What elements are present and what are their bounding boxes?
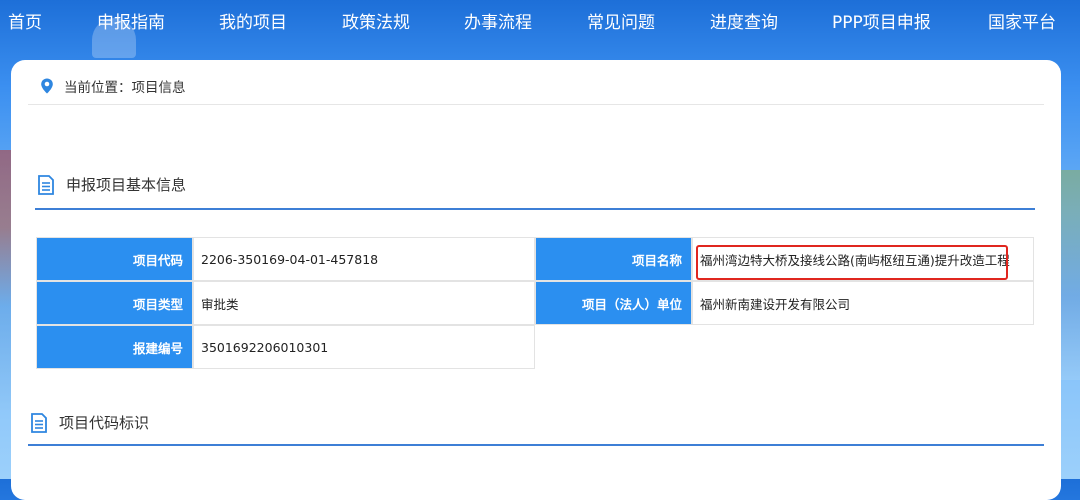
nav-item-national-platform[interactable]: 国家平台 xyxy=(988,8,1056,33)
nav-item-policies[interactable]: 政策法规 xyxy=(342,8,410,33)
nav-item-process[interactable]: 办事流程 xyxy=(464,8,532,33)
section-basic-info-title: 申报项目基本信息 xyxy=(66,176,187,194)
document-icon xyxy=(31,412,47,433)
section-code-mark-header: 项目代码标识 xyxy=(31,412,149,433)
breadcrumb-prefix: 当前位置： xyxy=(64,80,132,96)
top-navigation: 首页 申报指南 我的项目 政策法规 办事流程 常见问题 进度查询 PPP项目申报… xyxy=(0,0,1080,48)
filing-number-value: 3501692206010301 xyxy=(193,325,535,369)
section-basic-info-header: 申报项目基本信息 xyxy=(38,174,186,195)
section-code-mark-underline xyxy=(28,444,1044,446)
project-name-label: 项目名称 xyxy=(535,237,692,281)
breadcrumb-divider xyxy=(28,104,1044,105)
location-pin-icon xyxy=(40,78,54,94)
breadcrumb-current: 项目信息 xyxy=(131,80,186,96)
document-icon xyxy=(38,174,54,195)
breadcrumb: 当前位置： 项目信息 xyxy=(40,76,186,96)
highlight-box xyxy=(696,245,1008,280)
filing-number-label: 报建编号 xyxy=(36,325,193,369)
nav-item-home[interactable]: 首页 xyxy=(8,8,42,33)
section-basic-info-underline xyxy=(35,208,1035,210)
project-code-value: 2206-350169-04-01-457818 xyxy=(193,237,535,281)
project-entity-label: 项目（法人）单位 xyxy=(535,281,692,325)
nav-item-guide[interactable]: 申报指南 xyxy=(97,8,165,33)
project-entity-value: 福州新南建设开发有限公司 xyxy=(692,281,1034,325)
nav-item-ppp[interactable]: PPP项目申报 xyxy=(832,8,931,33)
project-type-label: 项目类型 xyxy=(36,281,193,325)
section-code-mark-title: 项目代码标识 xyxy=(59,414,150,432)
nav-item-progress[interactable]: 进度查询 xyxy=(710,8,778,33)
nav-item-my-projects[interactable]: 我的项目 xyxy=(219,8,287,33)
project-type-value: 审批类 xyxy=(193,281,535,325)
nav-item-faq[interactable]: 常见问题 xyxy=(587,8,655,33)
project-code-label: 项目代码 xyxy=(36,237,193,281)
